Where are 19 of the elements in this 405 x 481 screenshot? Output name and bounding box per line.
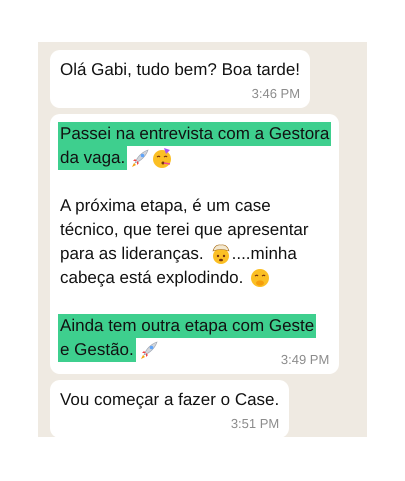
- message-text: e Gestão.: [58, 338, 136, 362]
- rocket-icon: [130, 148, 150, 168]
- message-text: Ainda tem outra etapa com Geste: [58, 314, 316, 338]
- message-text: cabeça está explodindo.: [60, 267, 244, 289]
- message-text: da vaga.: [58, 146, 128, 170]
- message-time: 3:49 PM: [280, 352, 330, 368]
- message-text: ....minha: [232, 243, 297, 265]
- message-text: para as lideranças.: [60, 243, 204, 265]
- hand-over-mouth-face-icon: [249, 267, 272, 289]
- exploding-head-icon: [210, 243, 232, 265]
- message-text: Vou começar a fazer o Case.: [60, 389, 280, 411]
- message-text: Olá Gabi, tudo bem? Boa tarde!: [60, 59, 300, 81]
- message-time: 3:51 PM: [230, 416, 280, 432]
- party-face-icon: [151, 147, 174, 169]
- message-text: técnico, que terei que apresentar: [60, 219, 309, 241]
- message-text: Passei na entrevista com a Gestora: [58, 122, 332, 146]
- message-time: 3:46 PM: [252, 86, 300, 102]
- rocket-icon: [138, 340, 159, 360]
- message-text: A próxima etapa, é um case: [60, 195, 271, 217]
